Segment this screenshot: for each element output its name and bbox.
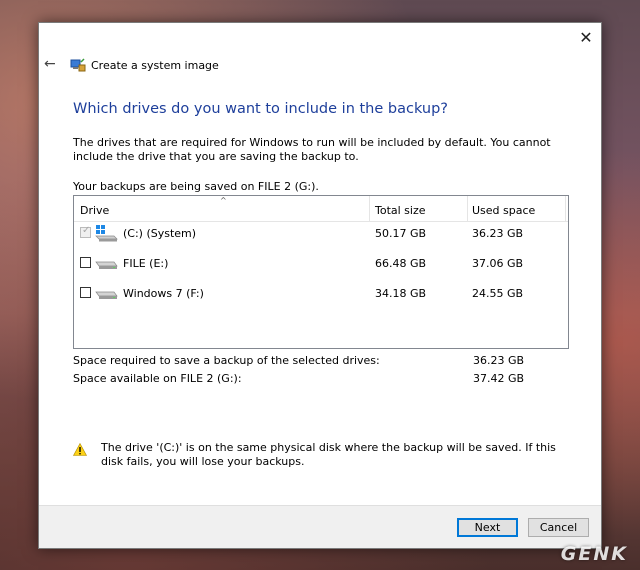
- drive-total-size: 34.18 GB: [375, 287, 427, 300]
- space-available-label: Space available on FILE 2 (G:):: [73, 372, 242, 385]
- space-required-row: Space required to save a backup of the s…: [73, 354, 380, 367]
- back-arrow-icon: ←: [44, 56, 56, 72]
- sort-ascending-icon: ^: [220, 196, 227, 205]
- space-required-label: Space required to save a backup of the s…: [73, 354, 380, 367]
- window-title-bar: Create a system image: [70, 57, 219, 73]
- warning-icon: [73, 443, 87, 456]
- column-header-total-size[interactable]: Total size: [375, 204, 426, 217]
- drive-icon: [95, 291, 118, 299]
- drive-used-space: 36.23 GB: [472, 227, 524, 240]
- drive-checkbox-c: [80, 225, 91, 238]
- create-system-image-dialog: ✕ ← Create a system image Which drives d…: [38, 22, 602, 549]
- description-text: The drives that are required for Windows…: [73, 136, 551, 163]
- column-header-drive[interactable]: Drive: [80, 204, 109, 217]
- drive-total-size: 50.17 GB: [375, 227, 427, 240]
- back-button[interactable]: ←: [44, 56, 56, 72]
- drive-list[interactable]: ^ Drive Total size Used space (C:) (Syst…: [73, 195, 569, 349]
- window-title: Create a system image: [91, 58, 219, 72]
- drive-row-f[interactable]: Windows 7 (F:) 34.18 GB 24.55 GB: [74, 283, 568, 305]
- drive-used-space: 37.06 GB: [472, 257, 524, 270]
- column-divider[interactable]: [369, 196, 370, 221]
- drive-row-e[interactable]: FILE (E:) 66.48 GB 37.06 GB: [74, 253, 568, 275]
- drive-used-space: 24.55 GB: [472, 287, 524, 300]
- backup-location-text: Your backups are being saved on FILE 2 (…: [73, 180, 319, 193]
- dialog-footer: Next Cancel: [39, 505, 601, 548]
- space-available-row: Space available on FILE 2 (G:):: [73, 372, 242, 385]
- windows-drive-icon: [95, 225, 118, 242]
- next-button[interactable]: Next: [457, 518, 518, 537]
- drive-name: FILE (E:): [123, 257, 169, 270]
- drive-name: Windows 7 (F:): [123, 287, 204, 300]
- drive-name: (C:) (System): [123, 227, 197, 240]
- close-button[interactable]: ✕: [571, 23, 601, 51]
- genk-watermark-logo: GENK: [560, 543, 628, 565]
- column-divider[interactable]: [467, 196, 468, 221]
- space-required-value: 36.23 GB: [473, 354, 525, 367]
- drive-checkbox-e[interactable]: [80, 257, 91, 268]
- warning-text: The drive '(C:)' is on the same physical…: [101, 441, 556, 468]
- drive-total-size: 66.48 GB: [375, 257, 427, 270]
- drive-icon: [95, 261, 118, 269]
- drive-row-c[interactable]: (C:) (System) 50.17 GB 36.23 GB: [74, 223, 568, 245]
- column-divider[interactable]: [565, 196, 566, 221]
- close-icon: ✕: [579, 27, 593, 47]
- page-heading: Which drives do you want to include in t…: [73, 101, 448, 117]
- cancel-button[interactable]: Cancel: [528, 518, 589, 537]
- drive-list-header: ^ Drive Total size Used space: [74, 196, 568, 222]
- column-header-used-space[interactable]: Used space: [472, 204, 535, 217]
- space-available-value: 37.42 GB: [473, 372, 525, 385]
- drive-checkbox-f[interactable]: [80, 287, 91, 298]
- backup-app-icon: [70, 58, 86, 72]
